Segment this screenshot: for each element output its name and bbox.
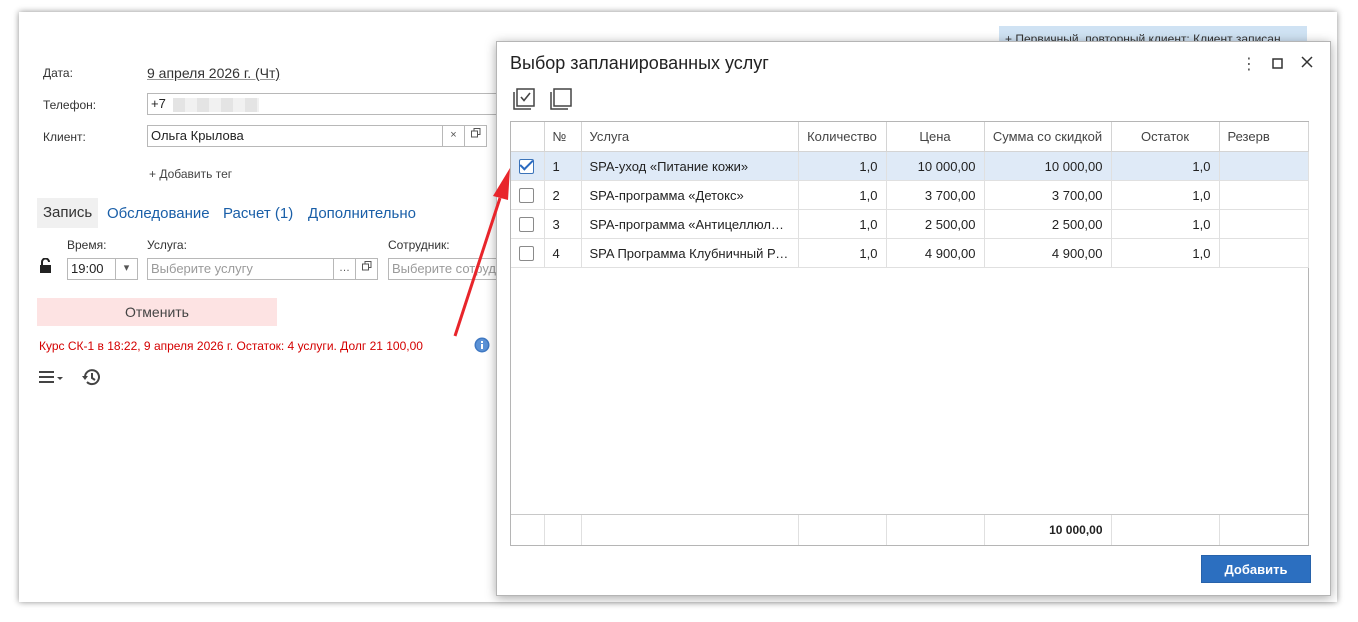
- annotation-arrow: [453, 168, 510, 337]
